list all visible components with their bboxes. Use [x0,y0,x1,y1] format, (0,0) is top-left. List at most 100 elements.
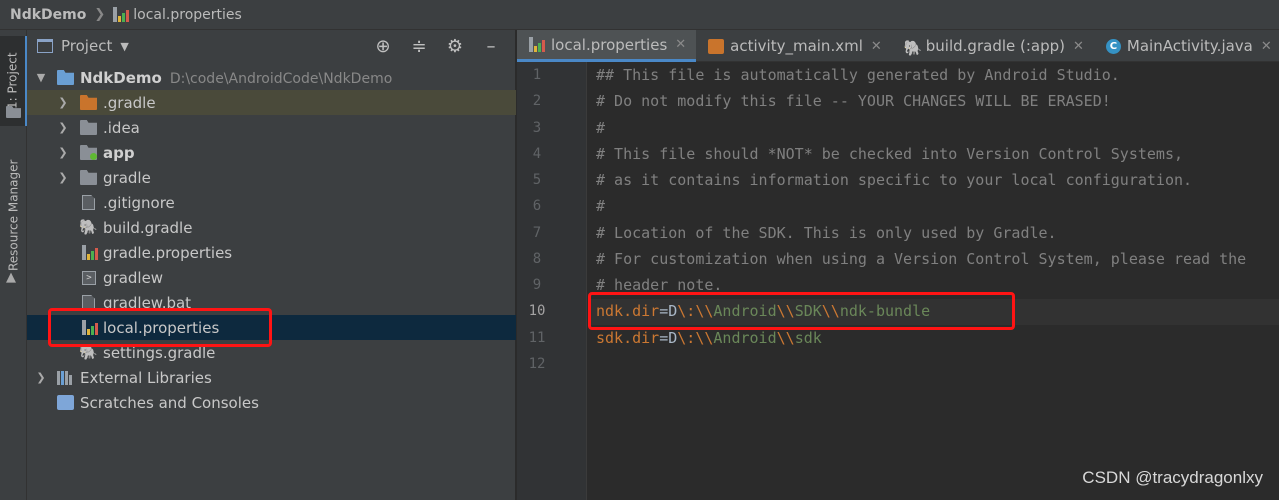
tab-label: build.gradle (:app) [925,37,1065,55]
tree-item-label: build.gradle [103,218,193,237]
tree-item-ndkdemo[interactable]: ▼ NdkDemo D:\code\AndroidCode\NdkDemo [27,65,516,90]
tab-main-activity-java[interactable]: C MainActivity.java ✕ [1094,30,1279,62]
tree-item-label: .gitignore [103,193,175,212]
value-part: D [668,329,678,347]
tree-item-gradlew[interactable]: > gradlew [27,265,516,290]
code-line: # This file should *NOT* be checked into… [596,145,1183,163]
gear-icon[interactable]: ⚙ [445,36,465,57]
chevron-right-icon[interactable]: ❯ [57,121,69,134]
line-number: 12 [528,356,546,372]
tab-build-gradle-app[interactable]: 🐘 build.gradle (:app) ✕ [892,30,1094,62]
tree-item-label: .idea [103,118,140,137]
breadcrumb-separator-icon: ❯ [94,7,106,22]
code-line: # [596,119,606,137]
navigation-bar: NdkDemo ❯ local.properties [0,0,1279,30]
folder-icon [80,95,97,110]
chevron-right-icon[interactable]: ❯ [57,146,69,159]
library-icon [57,370,74,385]
properties-file-icon [529,37,545,52]
tree-item-label: gradlew [103,268,164,287]
tree-item-build-gradle[interactable]: 🐘 build.gradle [27,215,516,240]
terminal-script-icon: > [82,270,96,285]
tree-item-app[interactable]: ❯ app [27,140,516,165]
tree-item-label: NdkDemo [80,68,162,87]
line-number: 3 [532,120,542,136]
tree-item-label: gradle.properties [103,243,233,262]
chevron-down-icon[interactable]: ▼ [120,40,128,53]
resource-manager-icon[interactable]: ▲ [6,270,21,285]
code-line: # as it contains information specific to… [596,171,1193,189]
project-tool-tab-label: 1: Project [5,52,20,110]
chevron-right-icon[interactable]: ❯ [35,371,47,384]
tree-item-label-wrap: NdkDemo D:\code\AndroidCode\NdkDemo [80,69,392,87]
line-number: 1 [532,67,542,83]
chevron-right-icon[interactable]: ❯ [57,96,69,109]
project-panel: Project ▼ ⊕ ≑ ⚙ – ▼ NdkDemo D:\code\Andro… [27,30,516,500]
project-tree: ▼ NdkDemo D:\code\AndroidCode\NdkDemo ❯ .… [27,65,516,415]
code-line-sdk-dir: sdk.dir=D\:\\Android\\sdk [596,329,822,347]
tree-item-scratches[interactable]: Scratches and Consoles [27,390,516,415]
tree-item-label: .gradle [103,93,156,112]
close-icon[interactable]: ✕ [871,39,882,54]
tree-item-label: External Libraries [80,368,212,387]
chevron-right-icon[interactable]: ❯ [57,171,69,184]
value-part: sdk [794,329,822,347]
line-number: 6 [532,198,542,214]
highlight-annotation-code [588,292,1015,330]
line-number: 5 [532,172,542,188]
line-number: 7 [532,225,542,241]
breadcrumb-file[interactable]: local.properties [133,7,242,23]
editor: local.properties ✕ activity_main.xml ✕ 🐘… [517,30,1279,500]
close-icon[interactable]: ✕ [1261,39,1272,54]
value-escape: \: [677,329,696,347]
close-icon[interactable]: ✕ [675,37,686,52]
collapse-all-icon[interactable]: ≑ [409,36,429,57]
tree-item-path: D:\code\AndroidCode\NdkDemo [169,70,393,87]
value-part: Android [713,329,777,347]
tree-item-external-libraries[interactable]: ❯ External Libraries [27,365,516,390]
line-number-gutter: 1 2 3 4 5 6 7 8 9 10 11 12 [517,62,587,500]
left-tool-strip: 1: Project Resource Manager ▲ [0,30,27,500]
line-number: 4 [532,146,542,162]
properties-file-icon [82,245,99,260]
ignore-file-icon [82,195,95,210]
tab-label: MainActivity.java [1126,37,1253,55]
line-number: 2 [532,93,542,109]
tree-item-gradle[interactable]: ❯ gradle [27,165,516,190]
code-line: # For customization when using a Version… [596,250,1247,268]
editor-tabs: local.properties ✕ activity_main.xml ✕ 🐘… [517,30,1279,62]
line-number: 8 [532,251,542,267]
java-class-icon: C [1105,38,1121,54]
breadcrumb-project[interactable]: NdkDemo [10,7,86,23]
tree-item-gradle-dir[interactable]: ❯ .gradle [27,90,516,115]
project-panel-title: Project [61,37,113,55]
code-line: # Do not modify this file -- YOUR CHANGE… [596,92,1111,110]
tree-item-gradle-properties[interactable]: gradle.properties [27,240,516,265]
line-number: 10 [528,303,546,319]
tree-item-gitignore[interactable]: .gitignore [27,190,516,215]
properties-file-icon [113,7,130,22]
tree-item-idea[interactable]: ❯ .idea [27,115,516,140]
watermark: CSDN @tracydragonlxy [1082,468,1263,487]
gradle-elephant-icon: 🐘 [79,218,98,236]
module-folder-icon [57,70,74,85]
minimize-icon[interactable]: – [481,36,501,57]
value-escape: \\ [776,329,795,347]
project-view-icon [37,39,53,53]
close-icon[interactable]: ✕ [1073,39,1084,54]
tab-local-properties[interactable]: local.properties ✕ [517,30,697,62]
tab-label: activity_main.xml [730,37,863,55]
code-line: # [596,197,606,215]
highlight-annotation-tree [48,308,272,347]
gradle-elephant-icon: 🐘 [903,38,923,57]
resource-manager-tab[interactable]: Resource Manager [0,140,27,290]
xml-file-icon [708,38,725,54]
code-editor[interactable]: ## This file is automatically generated … [588,62,1279,500]
tab-activity-main-xml[interactable]: activity_main.xml ✕ [696,30,892,62]
scratches-icon [57,395,74,410]
tab-label: local.properties [551,35,668,54]
code-line: ## This file is automatically generated … [596,66,1120,84]
code-line: # Location of the SDK. This is only used… [596,224,1057,242]
locate-file-icon[interactable]: ⊕ [373,36,393,57]
chevron-down-icon[interactable]: ▼ [35,71,47,84]
